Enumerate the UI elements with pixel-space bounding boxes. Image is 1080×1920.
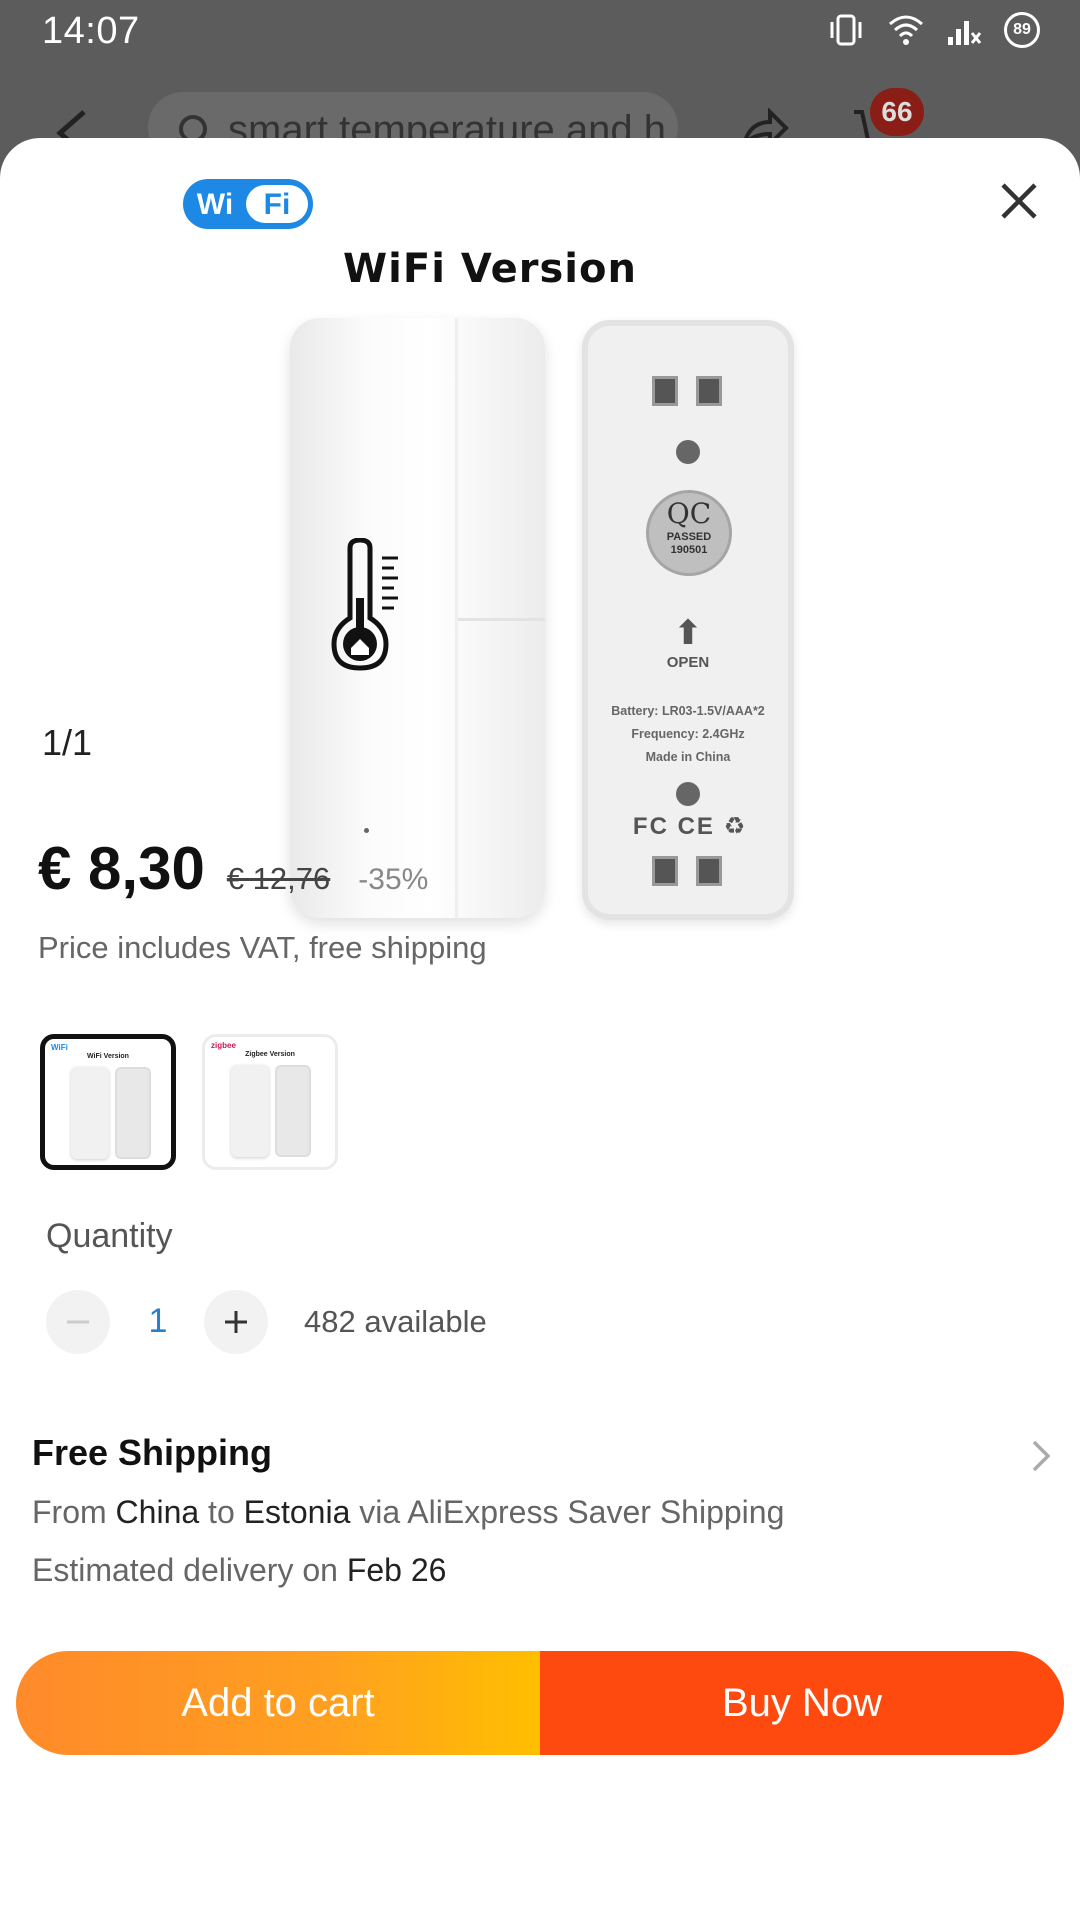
shipping-route: From China to Estonia via AliExpress Sav… (32, 1494, 785, 1530)
status-icons: 89 (826, 12, 1040, 48)
price-note: Price includes VAT, free shipping (38, 930, 487, 965)
action-buttons: Add to cart Buy Now (16, 1651, 1064, 1755)
price-row: € 8,30 € 12,76 -35% (38, 834, 428, 903)
close-icon (1001, 183, 1037, 219)
vibrate-icon (830, 14, 862, 46)
original-price: € 12,76 (226, 861, 331, 896)
quantity-increase-button[interactable] (204, 1290, 268, 1354)
variant-thumb-wifi[interactable]: WiFi WiFi Version (40, 1034, 176, 1170)
wifi-icon (889, 15, 923, 45)
wifi-logo-text-b: Fi (264, 188, 291, 221)
certification-marks: FC CE ♻ (632, 813, 748, 840)
image-title: WiFi Version (343, 246, 637, 292)
status-bar: 14:07 89 (0, 0, 1080, 64)
device-label-text: Battery: LR03-1.5V/AAA*2 Frequency: 2.4G… (611, 704, 765, 764)
status-time: 14:07 (42, 10, 140, 52)
discount-badge: -35% (358, 863, 429, 896)
thermometer-icon (331, 538, 398, 671)
wifi-logo-text-a: Wi (197, 188, 233, 221)
battery-indicator: 89 (1004, 12, 1040, 48)
buy-now-button[interactable]: Buy Now (540, 1651, 1064, 1755)
stock-available: 482 available (304, 1304, 487, 1339)
quantity-decrease-button[interactable] (46, 1290, 110, 1354)
shipping-title[interactable]: Free Shipping (32, 1432, 272, 1474)
variant-thumb-zigbee[interactable]: zigbee Zigbee Version (202, 1034, 338, 1170)
quantity-label: Quantity (46, 1217, 173, 1255)
shipping-estimate: Estimated delivery on Feb 26 (32, 1552, 447, 1588)
device-front-view (290, 318, 545, 918)
device-back-view: QC PASSED 190501 ⬆ OPEN Battery: LR03-1.… (582, 320, 794, 920)
signal-icon (948, 21, 982, 45)
chevron-right-icon[interactable] (1030, 1438, 1052, 1474)
wifi-logo: Wi Fi (183, 179, 313, 229)
open-indicator: ⬆ OPEN (666, 614, 710, 671)
cart-badge: 66 (870, 88, 924, 136)
image-counter: 1/1 (42, 722, 93, 763)
current-price: € 8,30 (38, 835, 205, 902)
product-image[interactable]: Wi Fi WiFi Version QC PASSED 190501 ⬆ OP… (160, 158, 820, 1038)
quantity-value[interactable]: 1 (138, 1302, 178, 1341)
close-button[interactable] (984, 166, 1054, 236)
qc-seal: QC PASSED 190501 (646, 490, 732, 576)
add-to-cart-button[interactable]: Add to cart (16, 1651, 540, 1755)
minus-icon (67, 1320, 89, 1324)
plus-icon (225, 1311, 247, 1333)
